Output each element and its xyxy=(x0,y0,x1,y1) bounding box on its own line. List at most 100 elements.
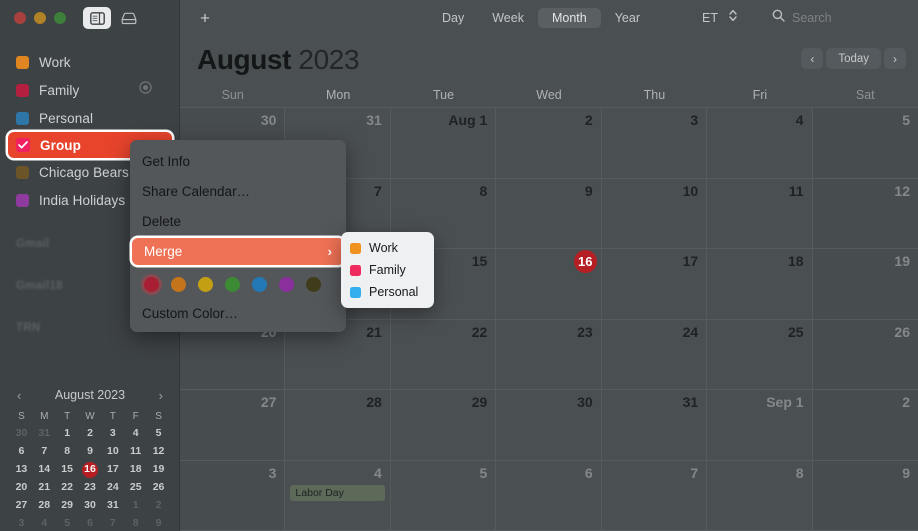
close-window-button[interactable] xyxy=(14,12,26,24)
day-cell[interactable]: 27 xyxy=(180,390,286,461)
mini-date[interactable]: 21 xyxy=(33,479,56,496)
color-dot-green[interactable] xyxy=(225,277,240,292)
mini-date[interactable]: 4 xyxy=(33,515,56,531)
color-dot-red[interactable] xyxy=(144,277,159,292)
mini-date[interactable]: 8 xyxy=(124,515,147,531)
menu-item-share-calendar[interactable]: Share Calendar… xyxy=(130,176,346,206)
day-cell[interactable]: 9 xyxy=(496,178,602,249)
day-cell[interactable]: 12 xyxy=(812,178,918,249)
mini-date[interactable]: 18 xyxy=(124,461,147,478)
day-cell[interactable]: 23 xyxy=(496,319,602,390)
day-cell[interactable]: 22 xyxy=(390,319,497,390)
tab-year[interactable]: Year xyxy=(601,8,654,28)
mini-next-month-button[interactable]: › xyxy=(156,389,166,402)
inbox-tray-icon[interactable] xyxy=(115,7,143,29)
day-cell[interactable]: 7 xyxy=(601,460,708,531)
day-cell[interactable]: 28 xyxy=(285,390,391,461)
mini-date[interactable]: 31 xyxy=(33,425,56,442)
day-cell[interactable]: Aug 1 xyxy=(390,108,497,179)
day-cell[interactable]: 9 xyxy=(812,460,918,531)
color-dot-blue[interactable] xyxy=(252,277,267,292)
mini-date[interactable]: 31 xyxy=(101,497,124,514)
day-cell[interactable]: 4 Labor Day xyxy=(285,460,391,531)
day-cell[interactable]: 24 xyxy=(601,319,708,390)
color-dot-purple[interactable] xyxy=(279,277,294,292)
menu-item-merge[interactable]: Merge › xyxy=(132,238,344,265)
mini-date[interactable]: 19 xyxy=(147,461,170,478)
calendar-item-work[interactable]: Work xyxy=(0,48,180,76)
day-cell[interactable]: 18 xyxy=(707,249,813,320)
mini-date[interactable]: 13 xyxy=(10,461,33,478)
color-dot-orange[interactable] xyxy=(171,277,186,292)
stepper-icon[interactable] xyxy=(728,8,738,28)
tab-month[interactable]: Month xyxy=(537,8,601,28)
menu-item-get-info[interactable]: Get Info xyxy=(130,146,346,176)
tab-week[interactable]: Week xyxy=(478,8,538,28)
mini-date[interactable]: 3 xyxy=(101,425,124,442)
day-cell[interactable]: 3 xyxy=(180,460,286,531)
mini-date[interactable]: 27 xyxy=(10,497,33,514)
mini-date[interactable]: 8 xyxy=(56,443,79,460)
submenu-item-family[interactable]: Family xyxy=(341,259,434,281)
color-dot-yellow[interactable] xyxy=(198,277,213,292)
mini-date[interactable]: 29 xyxy=(56,497,79,514)
day-cell[interactable]: 25 xyxy=(707,319,813,390)
prev-month-button[interactable]: ‹ xyxy=(801,48,824,69)
day-cell[interactable]: 5 xyxy=(390,460,497,531)
calendar-sidebar-toggle-icon[interactable] xyxy=(83,7,111,29)
day-cell[interactable]: 2 xyxy=(812,390,918,461)
mini-date[interactable]: 5 xyxy=(147,425,170,442)
mini-date[interactable]: 12 xyxy=(147,443,170,460)
mini-date[interactable]: 25 xyxy=(124,479,147,496)
day-cell[interactable]: 29 xyxy=(390,390,497,461)
today-button[interactable]: Today xyxy=(826,48,881,69)
mini-date[interactable]: 30 xyxy=(79,497,102,514)
day-cell[interactable]: 17 xyxy=(601,249,708,320)
mini-date[interactable]: 17 xyxy=(101,461,124,478)
submenu-item-work[interactable]: Work xyxy=(341,237,434,259)
calendar-item-family[interactable]: Family xyxy=(0,76,180,104)
day-cell[interactable]: 26 xyxy=(812,319,918,390)
day-cell[interactable]: 2 xyxy=(496,108,602,179)
mini-date[interactable]: 4 xyxy=(124,425,147,442)
mini-date[interactable]: 1 xyxy=(124,497,147,514)
mini-date[interactable]: 6 xyxy=(79,515,102,531)
mini-date[interactable]: 7 xyxy=(33,443,56,460)
mini-date[interactable]: 26 xyxy=(147,479,170,496)
day-cell[interactable]: 19 xyxy=(812,249,918,320)
mini-date[interactable]: 9 xyxy=(147,515,170,531)
mini-date[interactable]: 1 xyxy=(56,425,79,442)
mini-date[interactable]: 24 xyxy=(101,479,124,496)
mini-prev-month-button[interactable]: ‹ xyxy=(14,389,24,402)
color-dot-brown[interactable] xyxy=(306,277,321,292)
next-month-button[interactable]: › xyxy=(884,48,906,69)
day-cell[interactable]: 8 xyxy=(707,460,813,531)
mini-date[interactable]: 9 xyxy=(79,443,102,460)
mini-date[interactable]: 28 xyxy=(33,497,56,514)
timezone-control[interactable]: ET xyxy=(702,8,738,28)
day-cell[interactable]: 4 xyxy=(707,108,813,179)
mini-today-date[interactable]: 16 xyxy=(79,461,102,478)
calendar-checkbox[interactable] xyxy=(16,138,30,152)
day-cell[interactable]: 5 xyxy=(812,108,918,179)
mini-date[interactable]: 30 xyxy=(10,425,33,442)
mini-date[interactable]: 7 xyxy=(101,515,124,531)
mini-date[interactable]: 11 xyxy=(124,443,147,460)
day-cell[interactable]: 10 xyxy=(601,178,708,249)
calendar-event[interactable]: Labor Day xyxy=(290,484,385,501)
day-cell[interactable]: 11 xyxy=(707,178,813,249)
day-cell[interactable]: 3 xyxy=(601,108,708,179)
day-cell[interactable]: 6 xyxy=(496,460,602,531)
menu-item-delete[interactable]: Delete xyxy=(130,206,346,236)
mini-date[interactable]: 2 xyxy=(79,425,102,442)
mini-date[interactable]: 20 xyxy=(10,479,33,496)
day-cell[interactable]: Sep 1 xyxy=(707,390,813,461)
mini-date[interactable]: 22 xyxy=(56,479,79,496)
maximize-window-button[interactable] xyxy=(54,12,66,24)
mini-date[interactable]: 14 xyxy=(33,461,56,478)
search-field[interactable]: Search xyxy=(772,9,832,27)
mini-date[interactable]: 5 xyxy=(56,515,79,531)
mini-date[interactable]: 3 xyxy=(10,515,33,531)
mini-date[interactable]: 6 xyxy=(10,443,33,460)
calendar-item-personal[interactable]: Personal xyxy=(0,104,180,132)
